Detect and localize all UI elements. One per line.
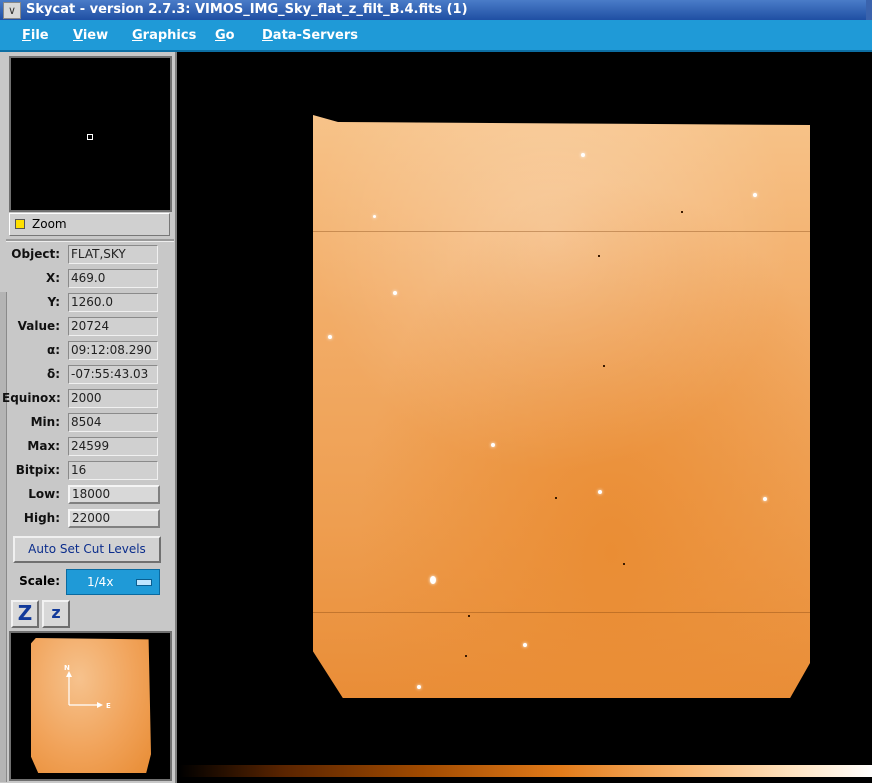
control-panel: Zoom Object: FLAT,SKY X: 469.0 Y: 1260.0…	[0, 52, 175, 783]
menu-view-mnemonic: V	[73, 28, 83, 43]
star-spot	[491, 443, 495, 447]
detector-row-line	[313, 231, 810, 232]
menu-view[interactable]: View	[73, 28, 108, 43]
colormap-ramp	[179, 765, 872, 777]
hot-pixel	[681, 211, 683, 213]
menu-graphics[interactable]: Graphics	[132, 28, 196, 43]
equinox-label: Equinox:	[2, 391, 61, 405]
scale-value: 1/4x	[87, 575, 114, 589]
scale-menu-button[interactable]: 1/4x	[66, 569, 160, 595]
menu-graphics-mnemonic: G	[132, 28, 143, 43]
window-menu-button[interactable]: ∨	[3, 2, 21, 19]
hot-pixel	[598, 255, 600, 257]
star-spot	[523, 643, 527, 647]
star-spot	[430, 576, 436, 584]
y-value: 1260.0	[68, 293, 158, 312]
title-bar: ∨ Skycat - version 2.7.3: VIMOS_IMG_Sky_…	[0, 0, 872, 20]
star-spot	[598, 490, 602, 494]
scale-label: Scale:	[19, 574, 60, 588]
menu-go[interactable]: Go	[215, 28, 235, 43]
max-label: Max:	[27, 439, 60, 453]
fits-image	[313, 115, 810, 698]
star-spot	[753, 193, 757, 197]
x-value: 469.0	[68, 269, 158, 288]
panner-window[interactable]: N E	[9, 631, 172, 781]
zoom-out-button[interactable]: z	[42, 600, 70, 628]
menu-go-mnemonic: G	[215, 28, 226, 43]
hot-pixel	[468, 615, 470, 617]
window-edge	[866, 0, 872, 20]
min-value: 8504	[68, 413, 158, 432]
compass-icon: N E	[64, 664, 111, 710]
star-spot	[373, 215, 376, 218]
star-spot	[393, 291, 397, 295]
menu-go-label: o	[225, 28, 235, 43]
low-cut-label: Low:	[28, 487, 60, 501]
menu-file-mnemonic: F	[22, 28, 31, 43]
image-canvas[interactable]	[175, 52, 872, 760]
menu-data-servers-mnemonic: D	[262, 28, 273, 43]
dec-value: -07:55:43.03	[68, 365, 158, 384]
zoom-in-button[interactable]: Z	[11, 600, 39, 628]
panel-edge	[0, 292, 7, 782]
star-spot	[417, 685, 421, 689]
zoom-cursor-marker	[87, 134, 93, 140]
star-spot	[581, 153, 585, 157]
zoom-toggle-label: Zoom	[32, 217, 67, 231]
bitpix-label: Bitpix:	[15, 463, 60, 477]
menu-file-label: ile	[30, 28, 49, 43]
compass-north-label: N	[64, 664, 70, 672]
low-cut-input[interactable]: 18000	[68, 485, 160, 504]
menu-view-label: iew	[82, 28, 109, 43]
star-spot	[328, 335, 332, 339]
menu-graphics-label: raphics	[142, 28, 197, 43]
zoom-window[interactable]	[9, 56, 172, 212]
zoom-checkbox-indicator	[15, 219, 25, 229]
star-spot	[763, 497, 767, 501]
zoom-toggle[interactable]: Zoom	[9, 213, 170, 236]
colormap-bar[interactable]	[175, 760, 872, 783]
compass-east-label: E	[106, 702, 111, 710]
ra-value: 09:12:08.290	[68, 341, 158, 360]
menu-file[interactable]: File	[22, 28, 49, 43]
hot-pixel	[623, 563, 625, 565]
bitpix-value: 16	[68, 461, 158, 480]
menu-bar: File View Graphics Go Data-Servers	[0, 20, 872, 52]
equinox-value: 2000	[68, 389, 158, 408]
divider	[6, 239, 174, 242]
hot-pixel	[465, 655, 467, 657]
pixel-value-label: Value:	[17, 319, 60, 333]
dec-label: δ:	[46, 367, 60, 381]
max-value: 24599	[68, 437, 158, 456]
object-value: FLAT,SKY	[68, 245, 158, 264]
option-menu-indicator-icon	[136, 579, 152, 586]
pixel-value: 20724	[68, 317, 158, 336]
menu-data-servers[interactable]: Data-Servers	[262, 28, 358, 43]
auto-set-cut-levels-button[interactable]: Auto Set Cut Levels	[13, 536, 161, 563]
detector-row-line	[313, 612, 810, 613]
ra-label: α:	[46, 343, 60, 357]
hot-pixel	[603, 365, 605, 367]
menu-data-servers-label: ata-Servers	[272, 28, 358, 43]
x-label: X:	[45, 271, 60, 285]
window-title: Skycat - version 2.7.3: VIMOS_IMG_Sky_fl…	[26, 2, 468, 17]
high-cut-label: High:	[23, 511, 60, 525]
object-label: Object:	[11, 247, 60, 261]
y-label: Y:	[47, 295, 60, 309]
hot-pixel	[555, 497, 557, 499]
min-label: Min:	[30, 415, 60, 429]
high-cut-input[interactable]: 22000	[68, 509, 160, 528]
